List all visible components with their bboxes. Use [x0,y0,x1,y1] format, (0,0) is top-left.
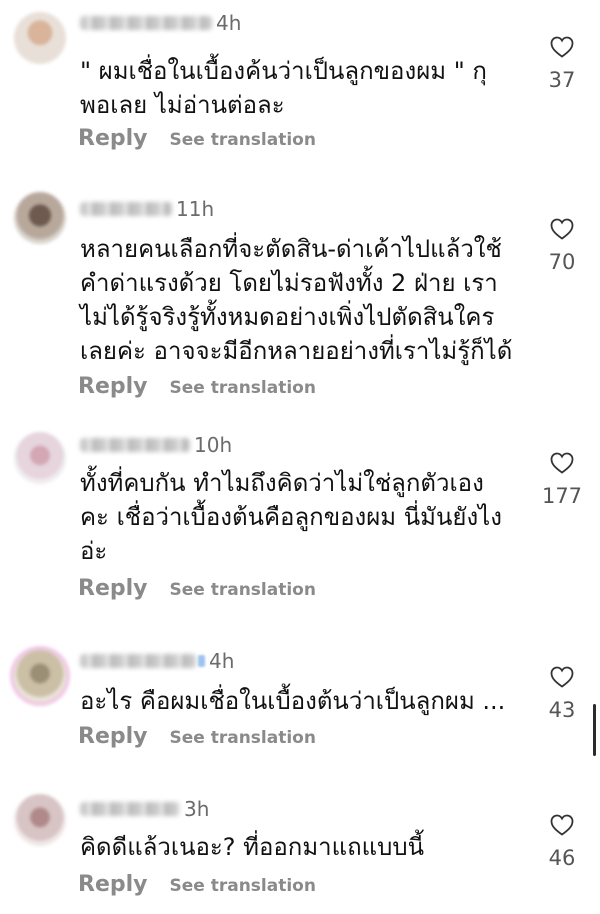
comment-time: 11h [176,197,215,221]
like-group: 43 [540,666,584,722]
reply-button[interactable]: Reply [78,872,148,897]
reply-button[interactable]: Reply [78,126,148,151]
comment-meta: 11h [80,196,214,222]
like-count: 70 [548,250,576,274]
avatar[interactable] [14,432,66,484]
comment-time: 10h [194,433,233,457]
heart-icon[interactable] [550,36,574,58]
comment-time: 4h [209,649,235,673]
comment-text: หลายคนเลือกที่จะตัดสิน-ด่าเค้าไปแล้วใช้ … [80,235,513,365]
see-translation-button[interactable]: See translation [170,580,316,600]
reply-button[interactable]: Reply [78,724,148,749]
reply-button[interactable]: Reply [78,576,148,601]
comment-meta: 4h [80,10,241,36]
see-translation-button[interactable]: See translation [170,876,316,896]
like-count: 37 [548,68,576,92]
comment-actions: Reply See translation [78,724,316,749]
comment-actions: Reply See translation [78,872,316,897]
comment-time: 4h [216,11,242,35]
username-blurred[interactable] [80,202,172,216]
comment-actions: Reply See translation [78,576,316,601]
comment-text: ทั้งที่คบกัน ทำไมถึงคิดว่าไม่ใช่ลูกตัวเอ… [80,469,502,565]
comment-text: " ผมเชื่อในเบื้องค้นว่าเป็นลูกของผม " กุ… [80,57,487,119]
comment-text: อะไร คือผมเชื่อในเบื้องต้นว่าเป็นลูกผม .… [80,687,506,715]
avatar[interactable] [14,794,66,846]
heart-icon[interactable] [550,452,574,474]
see-translation-button[interactable]: See translation [170,130,316,150]
heart-icon[interactable] [550,666,574,688]
like-count: 43 [548,698,576,722]
like-group: 46 [540,814,584,870]
like-count: 177 [541,484,583,508]
username-blurred[interactable] [80,654,196,668]
comment-actions: Reply See translation [78,126,316,151]
like-group: 70 [540,218,584,274]
comment-meta: 4h [80,648,234,674]
see-translation-button[interactable]: See translation [170,728,316,748]
like-count: 46 [548,846,576,870]
avatar[interactable] [14,12,66,64]
like-group: 37 [540,36,584,92]
heart-icon[interactable] [550,814,574,836]
username-blurred[interactable] [80,16,212,30]
avatar[interactable] [14,192,66,244]
comment-meta: 3h [80,796,209,822]
username-blurred[interactable] [80,802,180,816]
see-translation-button[interactable]: See translation [170,378,316,398]
verified-badge-icon [198,655,205,667]
heart-icon[interactable] [550,218,574,240]
comment-text: คิดดีแล้วเนอะ? ที่ออกมาแถแบบนี้ [80,833,424,861]
comment-actions: Reply See translation [78,374,316,399]
username-blurred[interactable] [80,438,190,452]
like-group: 177 [540,452,584,508]
comment-meta: 10h [80,432,232,458]
avatar[interactable] [14,650,66,702]
reply-button[interactable]: Reply [78,374,148,399]
scrollbar[interactable] [593,704,596,756]
comment-time: 3h [184,797,210,821]
